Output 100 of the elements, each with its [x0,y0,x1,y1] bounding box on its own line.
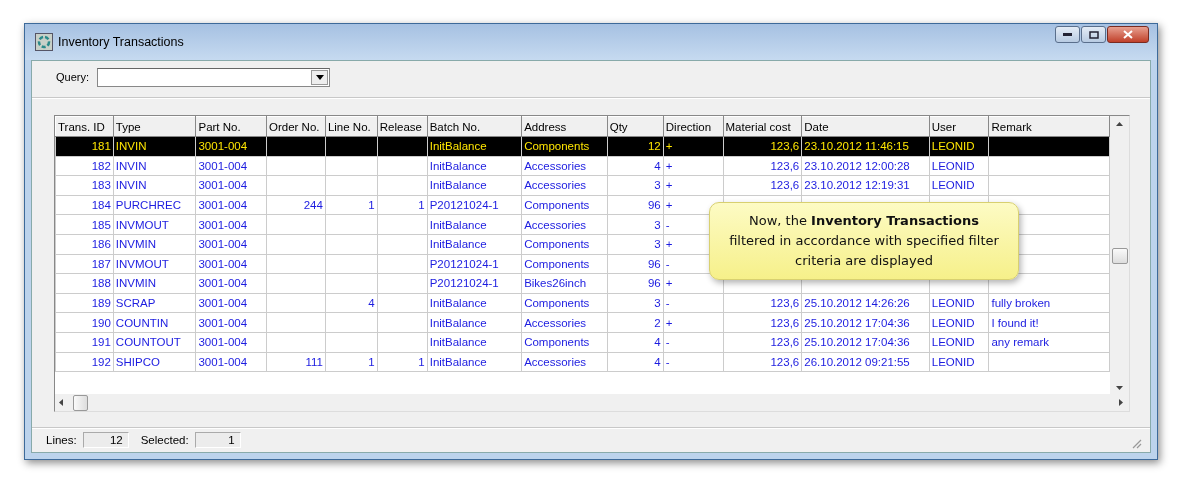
selected-row[interactable]: 181 INVIN 3001-004 InitBalance Components 12 + 123,6 23.10.2012 11:46:15 LEONID [55,136,1110,157]
table-cell: 123,6 [723,175,802,196]
table-cell: InitBalance [427,293,522,313]
table-cell: 1 [377,195,428,215]
table-cell: 3001-004 [195,195,267,215]
table-cell: SCRAP [113,293,196,313]
table-cell: 4 [607,352,664,372]
table-cell: SHIPCO [113,352,196,372]
table-cell: P20121024-1 [427,273,522,294]
scroll-thumb[interactable] [1111,248,1128,264]
scroll-left-icon [59,399,63,406]
table-cell: 1 [325,195,378,215]
table-cell: 123,6 [723,156,802,176]
table-cell: 25.10.2012 14:26:26 [801,293,930,313]
table-cell: 4 [607,156,664,176]
table-row[interactable]: 182 INVIN 3001-004 InitBalance Accessories 4 + 123,6 23.10.2012 12:00:28 LEONID [55,156,1110,176]
table-cell: 182 [55,156,114,176]
table-cell: 25.10.2012 17:04:36 [801,332,930,353]
table-row[interactable]: 191 COUNTOUT 3001-004 InitBalance Components 4 - 123,6 25.10.2012 17:04:36 LEONID any remark [55,332,1110,353]
table-cell: 25.10.2012 17:04:36 [801,312,930,333]
maximize-icon [1088,30,1099,39]
maximize-button[interactable] [1081,26,1106,43]
table-cell: 189 [55,293,114,313]
table-row[interactable]: 190 COUNTIN 3001-004 InitBalance Accessories 2 + 123,6 25.10.2012 17:04:36 LEONID I found it! [55,312,1110,333]
table-cell: 190 [55,312,114,333]
column-header[interactable]: Direction [663,116,723,137]
table-cell: 123,6 [723,293,802,313]
table-cell: INVIN [113,156,196,176]
column-header[interactable]: Trans. ID [55,116,114,137]
table-cell: I found it! [988,312,1110,333]
scroll-up-icon [1116,122,1123,126]
table-cell: INVMOUT [113,254,196,274]
column-header[interactable]: Order No. [266,116,326,137]
table-cell: LEONID [929,156,989,176]
table-cell: 96 [607,195,664,215]
resize-grip-icon[interactable] [1131,438,1142,449]
table-cell: 244 [266,195,326,215]
query-dropdown[interactable] [97,67,330,87]
window-title: Inventory Transactions [58,35,185,49]
table-cell: fully broken [988,293,1110,313]
scroll-right-icon [1119,399,1123,406]
column-header[interactable]: Release [377,116,428,137]
table-cell: Components [521,293,608,313]
close-button[interactable] [1107,26,1149,43]
table-cell: 3 [607,175,664,196]
horizontal-scrollbar[interactable] [55,394,1129,411]
table-cell: 3001-004 [195,332,267,353]
table-cell: 123,6 [723,352,802,372]
table-cell: 1 [377,352,428,372]
table-cell: INVIN [113,175,196,196]
table-cell: 96 [607,254,664,274]
column-header[interactable]: Address [521,116,608,137]
table-cell: 2 [607,312,664,333]
table-cell: InitBalance [427,352,522,372]
column-header[interactable]: Qty [607,116,664,137]
column-header[interactable]: Part No. [195,116,267,137]
table-cell: InitBalance [427,175,522,196]
table-cell: LEONID [929,312,989,333]
dropdown-arrow-icon [315,74,324,80]
table-cell: 4 [325,293,378,313]
table-cell: 23.10.2012 12:19:31 [801,175,930,196]
table-row[interactable]: 189 SCRAP 3001-004 4 InitBalance Components 3 - 123,6 25.10.2012 14:26:26 LEONID fully broken [55,293,1110,313]
column-header[interactable]: Type [113,116,196,137]
table-cell: COUNTIN [113,312,196,333]
table-cell: InitBalance [427,214,522,235]
table-cell: 3001-004 [195,214,267,235]
table-cell: LEONID [929,332,989,353]
table-cell: + [663,156,723,176]
scroll-down-icon [1116,386,1123,390]
column-header[interactable]: Line No. [325,116,378,137]
minimize-button[interactable] [1055,26,1080,43]
table-cell: INVMOUT [113,214,196,235]
table-cell: - [663,352,723,372]
table-cell: LEONID [929,293,989,313]
scroll-thumb[interactable] [73,394,88,411]
table-cell: 184 [55,195,114,215]
column-header[interactable]: Material cost [723,116,802,137]
table-cell: Components [521,195,608,215]
table-row[interactable]: 192 SHIPCO 3001-004 111 1 1 InitBalance Accessories 4 - 123,6 26.10.2012 09:21:55 LEONID [55,352,1110,372]
selected-label: Selected: [140,434,189,446]
table-cell: 188 [55,273,114,294]
column-header[interactable]: Batch No. [427,116,522,137]
table-cell: LEONID [929,175,989,196]
table-cell: InitBalance [427,156,522,176]
vertical-scrollbar[interactable] [1110,116,1129,394]
table-cell: 185 [55,214,114,235]
table-cell: + [663,312,723,333]
table-cell: PURCHREC [113,195,196,215]
table-cell: any remark [988,332,1110,353]
table-row[interactable]: 183 INVIN 3001-004 InitBalance Accessories 3 + 123,6 23.10.2012 12:19:31 LEONID [55,175,1110,196]
column-header[interactable]: Date [801,116,930,137]
table-cell: 1 [325,352,378,372]
column-header[interactable]: User [929,116,989,137]
column-header[interactable]: Remark [988,116,1110,137]
table-cell: 26.10.2012 09:21:55 [801,352,930,372]
minimize-icon [1063,33,1072,36]
table-cell: 3001-004 [195,234,267,255]
table-cell: Components [521,254,608,274]
table-cell: 111 [266,352,326,372]
table-cell: 3 [607,293,664,313]
